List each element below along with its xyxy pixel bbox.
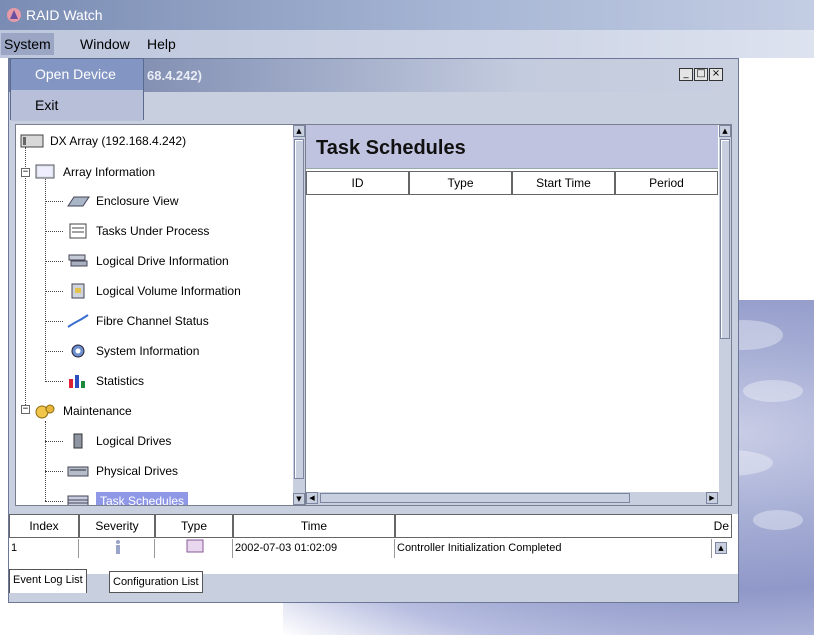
tab-event-log-list[interactable]: Event Log List	[9, 569, 87, 593]
statistics-icon	[69, 375, 85, 388]
tree-item-logical-drive-information[interactable]: Logical Drive Information	[66, 251, 229, 271]
tree-item-logical-volume-information[interactable]: Logical Volume Information	[66, 281, 241, 301]
expander-maintenance[interactable]: −	[21, 405, 30, 414]
tree-item-dx-array[interactable]: DX Array (192.168.4.242)	[20, 131, 186, 151]
column-header-time[interactable]: Time	[233, 514, 395, 538]
bottom-tabs: Event Log List Configuration List	[9, 569, 738, 593]
tree-item-logical-drives[interactable]: Logical Drives	[66, 431, 171, 451]
event-log-header: Index Severity Type Time De	[9, 514, 732, 538]
tree-item-label: Logical Drives	[96, 434, 172, 448]
fibre-channel-icon	[67, 314, 89, 328]
tree-item-array-information[interactable]: Array Information	[33, 162, 155, 182]
log-index: 1	[9, 539, 79, 558]
tree-item-label: Statistics	[96, 374, 145, 388]
device-window-title: 68.4.242)	[147, 68, 202, 83]
expander-array-information[interactable]: −	[21, 168, 30, 177]
menu-item-exit[interactable]: Exit	[11, 90, 143, 121]
column-header-type[interactable]: Type	[155, 514, 233, 538]
tree-item-label: Maintenance	[63, 404, 132, 418]
scroll-up-icon[interactable]: ▲	[719, 125, 731, 137]
close-button[interactable]: ×	[709, 68, 723, 81]
tree-item-statistics[interactable]: Statistics	[66, 371, 144, 391]
scroll-right-icon[interactable]: ▶	[706, 492, 718, 504]
raid-watch-icon	[7, 8, 21, 22]
task-schedules-title: Task Schedules	[316, 137, 466, 159]
log-scroll-icon[interactable]: ▲	[715, 542, 727, 554]
array-icon	[20, 134, 44, 148]
task-schedules-panel: Task Schedules ID Type Start Time Period…	[305, 124, 732, 506]
tree-item-label: Array Information	[63, 165, 156, 179]
task-schedules-header: Task Schedules	[306, 125, 718, 169]
logical-drive-icon	[68, 254, 88, 267]
scroll-left-icon[interactable]: ◀	[306, 492, 318, 504]
tree-item-label: System Information	[96, 344, 200, 358]
tree-item-label: Enclosure View	[96, 194, 179, 208]
maximize-button[interactable]: □	[694, 68, 708, 81]
tab-configuration-list[interactable]: Configuration List	[109, 571, 203, 593]
column-header-type[interactable]: Type	[409, 171, 512, 195]
app-titlebar: RAID Watch	[0, 0, 814, 30]
event-log-table: Index Severity Type Time De 1 2002-07-03…	[9, 514, 738, 574]
scroll-up-icon[interactable]: ▲	[293, 125, 305, 137]
tree-item-label: Task Schedules	[96, 492, 189, 505]
tree-item-label: Fibre Channel Status	[96, 314, 209, 328]
schedules-scroll-thumb[interactable]	[720, 139, 730, 339]
tree-item-label: DX Array (192.168.4.242)	[50, 134, 187, 148]
controller-type-icon	[155, 539, 233, 558]
column-header-severity[interactable]: Severity	[79, 514, 155, 538]
log-time: 2002-07-03 01:02:09	[233, 539, 395, 558]
task-schedules-columns: ID Type Start Time Period	[306, 171, 718, 195]
column-header-index[interactable]: Index	[9, 514, 79, 538]
scroll-down-icon[interactable]: ▼	[293, 493, 305, 505]
column-header-start-time[interactable]: Start Time	[512, 171, 615, 195]
menubar: System Window Help	[0, 30, 814, 58]
schedule-icon	[67, 495, 89, 505]
menu-system[interactable]: System	[1, 33, 54, 55]
tree-item-enclosure-view[interactable]: Enclosure View	[66, 191, 179, 211]
tree-item-label: Logical Drive Information	[96, 254, 229, 268]
menu-help[interactable]: Help	[147, 36, 176, 52]
column-header-id[interactable]: ID	[306, 171, 409, 195]
tree-scrollbar[interactable]: ▲ ▼	[293, 125, 305, 505]
tree-item-label: Tasks Under Process	[96, 224, 210, 238]
log-description: Controller Initialization Completed	[395, 539, 712, 558]
logical-volume-icon	[71, 283, 85, 299]
table-row[interactable]: 1 2002-07-03 01:02:09 Controller Initial…	[9, 539, 727, 558]
drive-icon	[73, 433, 83, 449]
tree-item-fibre-channel-status[interactable]: Fibre Channel Status	[66, 311, 209, 331]
physical-drive-icon	[67, 466, 89, 477]
column-header-period[interactable]: Period	[615, 171, 718, 195]
tasks-icon	[69, 223, 87, 239]
tree-item-task-schedules[interactable]: Task Schedules	[66, 491, 189, 505]
minimize-button[interactable]: _	[679, 68, 693, 81]
device-window: 68.4.242) _ □ × − − DX Array (192.168.4.…	[8, 58, 739, 603]
app-title: RAID Watch	[26, 7, 103, 23]
device-tree: − − DX Array (192.168.4.242) Array Infor…	[15, 124, 306, 506]
tree-item-label: Physical Drives	[96, 464, 179, 478]
tree-item-maintenance[interactable]: Maintenance	[33, 401, 132, 421]
menu-item-open-device[interactable]: Open Device	[11, 59, 143, 90]
enclosure-icon	[67, 196, 90, 207]
tree-item-label: Logical Volume Information	[96, 284, 241, 298]
tree-item-tasks-under-process[interactable]: Tasks Under Process	[66, 221, 209, 241]
column-header-description[interactable]: De	[395, 514, 732, 538]
schedules-vertical-scrollbar[interactable]: ▲	[719, 125, 731, 492]
tree-scroll-thumb[interactable]	[294, 139, 304, 479]
maintenance-icon	[35, 404, 55, 419]
system-menu-dropdown: Open Device Exit	[10, 58, 144, 121]
schedules-hscroll-thumb[interactable]	[320, 493, 630, 503]
menu-window[interactable]: Window	[80, 36, 130, 52]
info-severity-icon	[79, 539, 155, 558]
tree-item-system-information[interactable]: System Information	[66, 341, 199, 361]
system-info-icon	[71, 344, 85, 358]
schedules-horizontal-scrollbar[interactable]: ◀ ▶	[306, 492, 731, 505]
monitor-icon	[35, 164, 55, 179]
tree-item-physical-drives[interactable]: Physical Drives	[66, 461, 178, 481]
